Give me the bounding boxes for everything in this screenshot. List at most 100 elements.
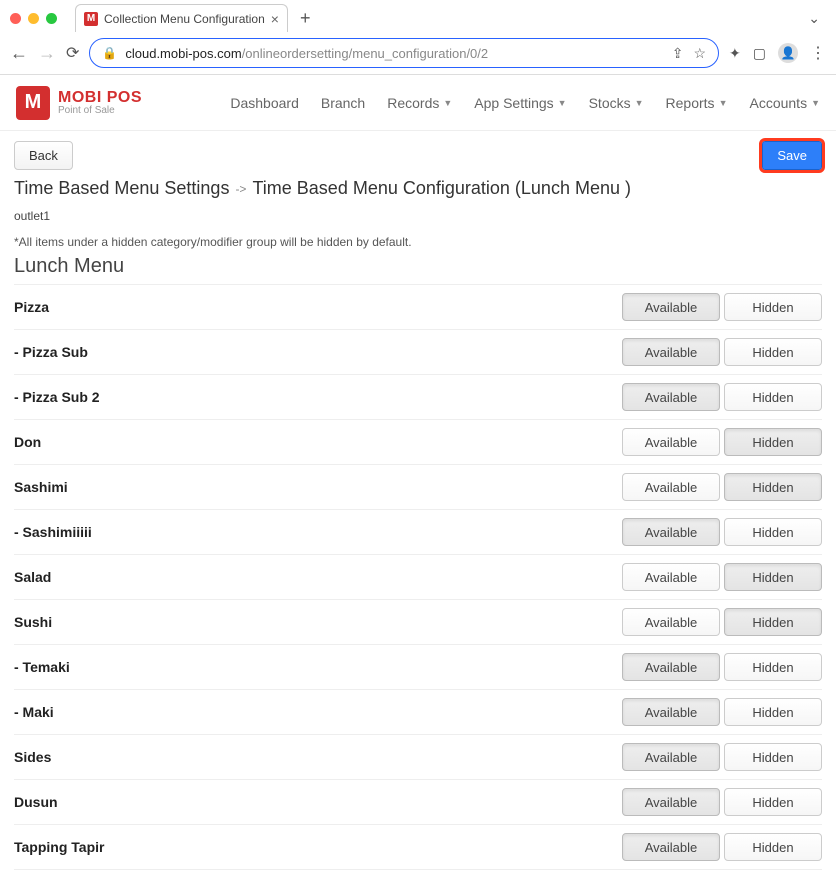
window-zoom-icon[interactable]	[46, 13, 57, 24]
hidden-button[interactable]: Hidden	[724, 698, 822, 726]
address-bar[interactable]: 🔒 cloud.mobi-pos.com/onlineordersetting/…	[89, 38, 719, 68]
available-button[interactable]: Available	[622, 698, 720, 726]
visibility-toggle: AvailableHidden	[622, 833, 822, 861]
menu-item-name: Salad	[14, 569, 51, 585]
logo[interactable]: M MOBI POS Point of Sale	[16, 86, 142, 120]
brand-tagline: Point of Sale	[58, 106, 142, 116]
nav-stocks[interactable]: Stocks▼	[589, 95, 644, 111]
hidden-button[interactable]: Hidden	[724, 383, 822, 411]
nav-branch[interactable]: Branch	[321, 95, 365, 111]
menu-item-name: Sushi	[14, 614, 52, 630]
hidden-button[interactable]: Hidden	[724, 473, 822, 501]
tabs-overflow-icon[interactable]: ⌄	[808, 10, 826, 27]
visibility-toggle: AvailableHidden	[622, 743, 822, 771]
visibility-toggle: AvailableHidden	[622, 698, 822, 726]
breadcrumb-current: Time Based Menu Configuration (Lunch Men…	[252, 178, 631, 199]
menu-item-row: Salad AvailableHidden	[14, 555, 822, 600]
visibility-toggle: AvailableHidden	[622, 518, 822, 546]
nav-forward-icon[interactable]: →	[38, 43, 56, 64]
menu-item-name: Sashimi	[14, 479, 68, 495]
visibility-toggle: AvailableHidden	[622, 473, 822, 501]
browser-chrome: M Collection Menu Configuration × + ⌄ ← …	[0, 0, 836, 75]
available-button[interactable]: Available	[622, 383, 720, 411]
back-button[interactable]: Back	[14, 141, 73, 170]
available-button[interactable]: Available	[622, 338, 720, 366]
available-button[interactable]: Available	[622, 743, 720, 771]
breadcrumb-parent[interactable]: Time Based Menu Settings	[14, 178, 229, 199]
items-list: PizzaAvailableHidden- Pizza SubAvailable…	[14, 285, 822, 870]
menu-item-name: - Pizza Sub 2	[14, 389, 100, 405]
visibility-toggle: AvailableHidden	[622, 383, 822, 411]
available-button[interactable]: Available	[622, 608, 720, 636]
menu-item-name: Dusun	[14, 794, 58, 810]
available-button[interactable]: Available	[622, 518, 720, 546]
menu-item-row: Dusun AvailableHidden	[14, 780, 822, 825]
nav-back-icon[interactable]: ←	[10, 43, 28, 64]
hidden-button[interactable]: Hidden	[724, 293, 822, 321]
close-tab-icon[interactable]: ×	[271, 11, 279, 27]
menu-item-row: PizzaAvailableHidden	[14, 285, 822, 330]
menu-item-row: Don AvailableHidden	[14, 420, 822, 465]
nav-records[interactable]: Records▼	[387, 95, 452, 111]
visibility-toggle: AvailableHidden	[622, 428, 822, 456]
visibility-toggle: AvailableHidden	[622, 608, 822, 636]
menu-item-row: - Pizza Sub 2 AvailableHidden	[14, 375, 822, 420]
available-button[interactable]: Available	[622, 788, 720, 816]
panel-icon[interactable]: ▢	[753, 45, 766, 62]
nav-accounts[interactable]: Accounts▼	[749, 95, 820, 111]
hidden-button[interactable]: Hidden	[724, 653, 822, 681]
browser-tab[interactable]: M Collection Menu Configuration ×	[75, 4, 288, 32]
available-button[interactable]: Available	[622, 833, 720, 861]
available-button[interactable]: Available	[622, 563, 720, 591]
profile-avatar-icon[interactable]: 👤	[778, 43, 798, 63]
window-close-icon[interactable]	[10, 13, 21, 24]
caret-down-icon: ▼	[719, 98, 728, 108]
available-button[interactable]: Available	[622, 653, 720, 681]
main-content: Back Save Time Based Menu Settings -> Ti…	[0, 131, 836, 880]
nav-reports[interactable]: Reports▼	[666, 95, 728, 111]
favicon-icon: M	[84, 12, 98, 26]
hidden-button[interactable]: Hidden	[724, 428, 822, 456]
visibility-toggle: AvailableHidden	[622, 563, 822, 591]
hidden-button[interactable]: Hidden	[724, 743, 822, 771]
menu-kebab-icon[interactable]: ⋮	[810, 43, 826, 63]
main-nav: Dashboard Branch Records▼ App Settings▼ …	[230, 95, 820, 111]
lock-icon: 🔒	[102, 46, 117, 60]
menu-item-row: Tapping Tapir AvailableHidden	[14, 825, 822, 870]
available-button[interactable]: Available	[622, 428, 720, 456]
logo-icon: M	[16, 86, 50, 120]
caret-down-icon: ▼	[558, 98, 567, 108]
available-button[interactable]: Available	[622, 473, 720, 501]
hidden-button[interactable]: Hidden	[724, 833, 822, 861]
nav-app-settings[interactable]: App Settings▼	[474, 95, 566, 111]
tab-strip: M Collection Menu Configuration × + ⌄	[0, 0, 836, 32]
menu-item-name: - Maki	[14, 704, 54, 720]
hidden-button[interactable]: Hidden	[724, 518, 822, 546]
hidden-button[interactable]: Hidden	[724, 338, 822, 366]
menu-title: Lunch Menu	[14, 255, 822, 278]
available-button[interactable]: Available	[622, 293, 720, 321]
share-icon[interactable]: ⇪	[672, 45, 684, 62]
extensions-icon[interactable]: ✦	[729, 45, 741, 62]
hidden-button[interactable]: Hidden	[724, 788, 822, 816]
hidden-button[interactable]: Hidden	[724, 608, 822, 636]
star-icon[interactable]: ☆	[693, 45, 706, 62]
menu-item-row: Sashimi AvailableHidden	[14, 465, 822, 510]
nav-dashboard[interactable]: Dashboard	[230, 95, 299, 111]
new-tab-button[interactable]: +	[294, 8, 317, 29]
visibility-toggle: AvailableHidden	[622, 653, 822, 681]
breadcrumb-arrow-icon: ->	[235, 182, 246, 196]
hidden-button[interactable]: Hidden	[724, 563, 822, 591]
tab-title: Collection Menu Configuration	[104, 12, 265, 26]
window-minimize-icon[interactable]	[28, 13, 39, 24]
save-button[interactable]: Save	[762, 141, 822, 170]
brand-name: MOBI POS	[58, 89, 142, 106]
reload-icon[interactable]: ⟳	[66, 43, 79, 63]
browser-toolbar: ← → ⟳ 🔒 cloud.mobi-pos.com/onlineorderse…	[0, 32, 836, 74]
menu-item-name: - Temaki	[14, 659, 70, 675]
url-text: cloud.mobi-pos.com/onlineordersetting/me…	[125, 46, 488, 61]
window-controls	[10, 13, 57, 24]
menu-item-name: Tapping Tapir	[14, 839, 104, 855]
menu-item-name: Don	[14, 434, 41, 450]
caret-down-icon: ▼	[443, 98, 452, 108]
